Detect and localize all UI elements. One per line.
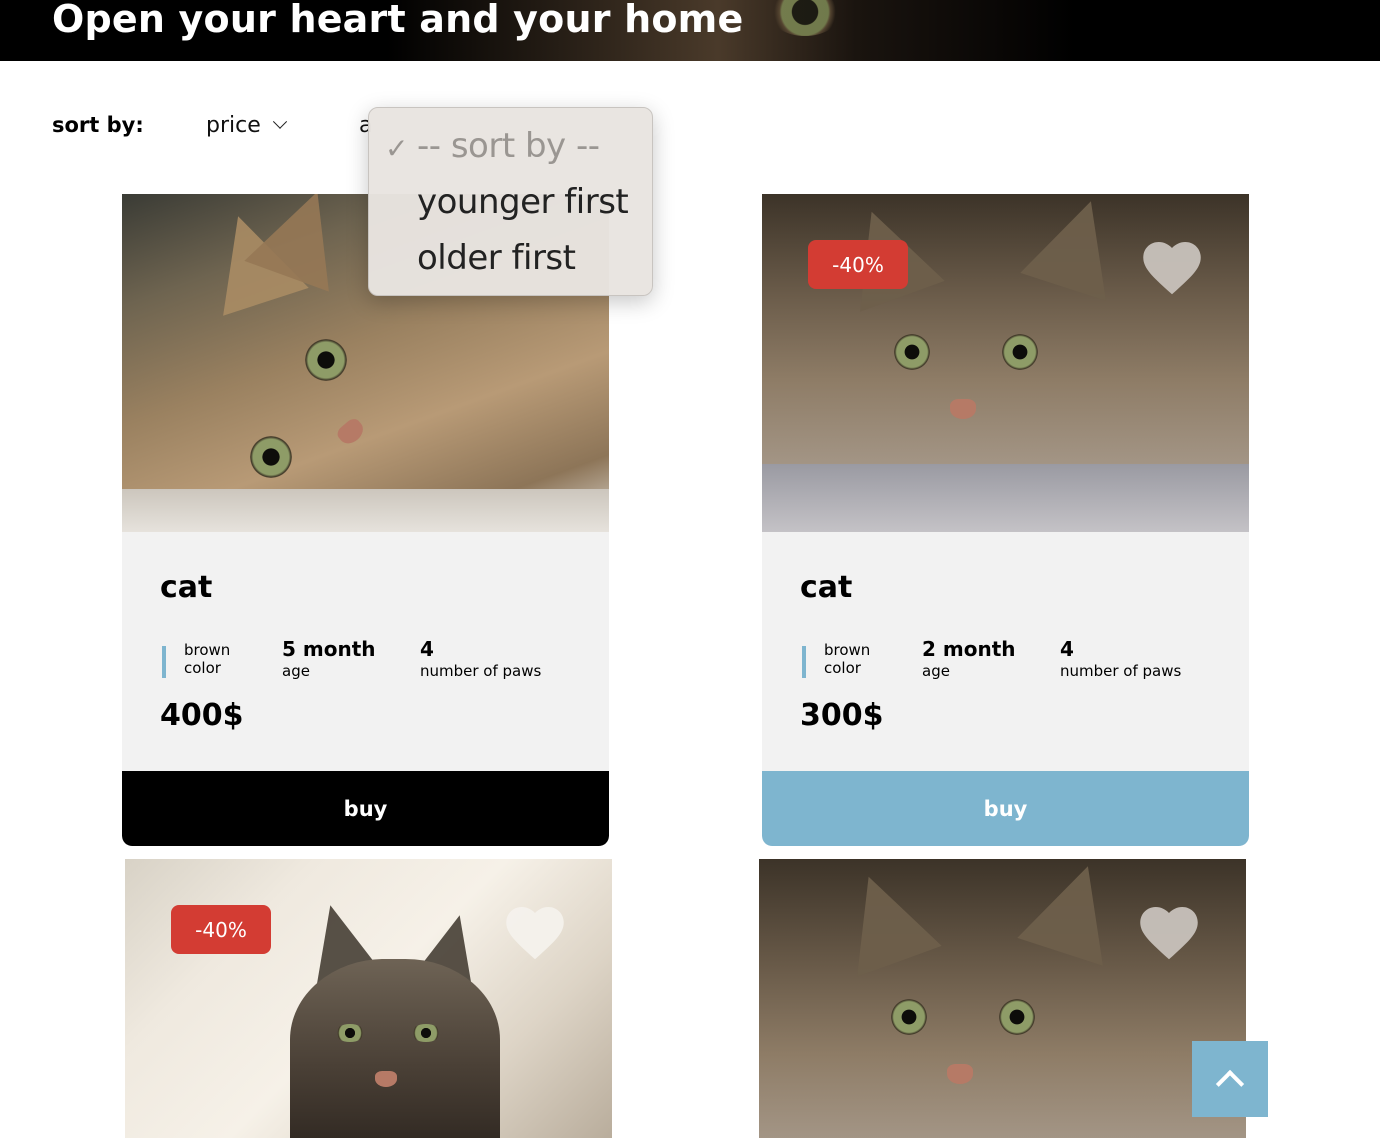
price: 300$ [800,698,884,733]
cat-photo [125,859,612,1138]
cat-photo [759,859,1246,1138]
hero-banner: Open your heart and your home [0,0,1380,61]
price-sort-value: price [206,113,261,138]
buy-button[interactable]: buy [762,771,1249,846]
age-label: age [282,662,310,680]
product-card [759,859,1246,1138]
paws-value: 4 [420,637,434,661]
age-sort-dropdown: ✓ -- sort by -- younger first older firs… [368,107,653,296]
heart-icon[interactable] [1139,905,1199,961]
dropdown-option-placeholder: -- sort by -- [417,126,600,166]
chevron-up-icon [1215,1069,1245,1099]
color-indicator [162,646,166,678]
color-value: brown [184,641,231,659]
price-sort-select[interactable]: price [206,113,287,138]
color-label: color [184,659,221,677]
color-indicator [802,646,806,678]
paws-label: number of paws [420,662,542,680]
hero-image [770,0,840,36]
product-card: -40% cat brown color 2 month age 4 numbe… [762,194,1249,846]
checkmark-icon: ✓ [385,132,409,165]
card-title: cat [160,570,213,605]
age-value: 5 month [282,637,376,661]
age-value: 2 month [922,637,1016,661]
chevron-down-icon [272,114,287,129]
heart-icon[interactable] [505,905,565,961]
scroll-to-top-button[interactable] [1192,1041,1268,1117]
age-label: age [922,662,950,680]
card-title: cat [800,570,853,605]
sort-label: sort by: [52,113,144,137]
paws-label: number of paws [1060,662,1182,680]
color-value: brown [824,641,871,659]
dropdown-option-younger-first[interactable]: younger first [417,182,629,222]
color-label: color [824,659,861,677]
price: 400$ [160,698,244,733]
heart-icon[interactable] [1142,240,1202,296]
paws-value: 4 [1060,637,1074,661]
discount-badge: -40% [171,905,271,954]
discount-badge: -40% [808,240,908,289]
page-title: Open your heart and your home [52,0,744,41]
dropdown-option-older-first[interactable]: older first [417,238,576,278]
buy-button[interactable]: buy [122,771,609,846]
product-card: -40% [125,859,612,1138]
